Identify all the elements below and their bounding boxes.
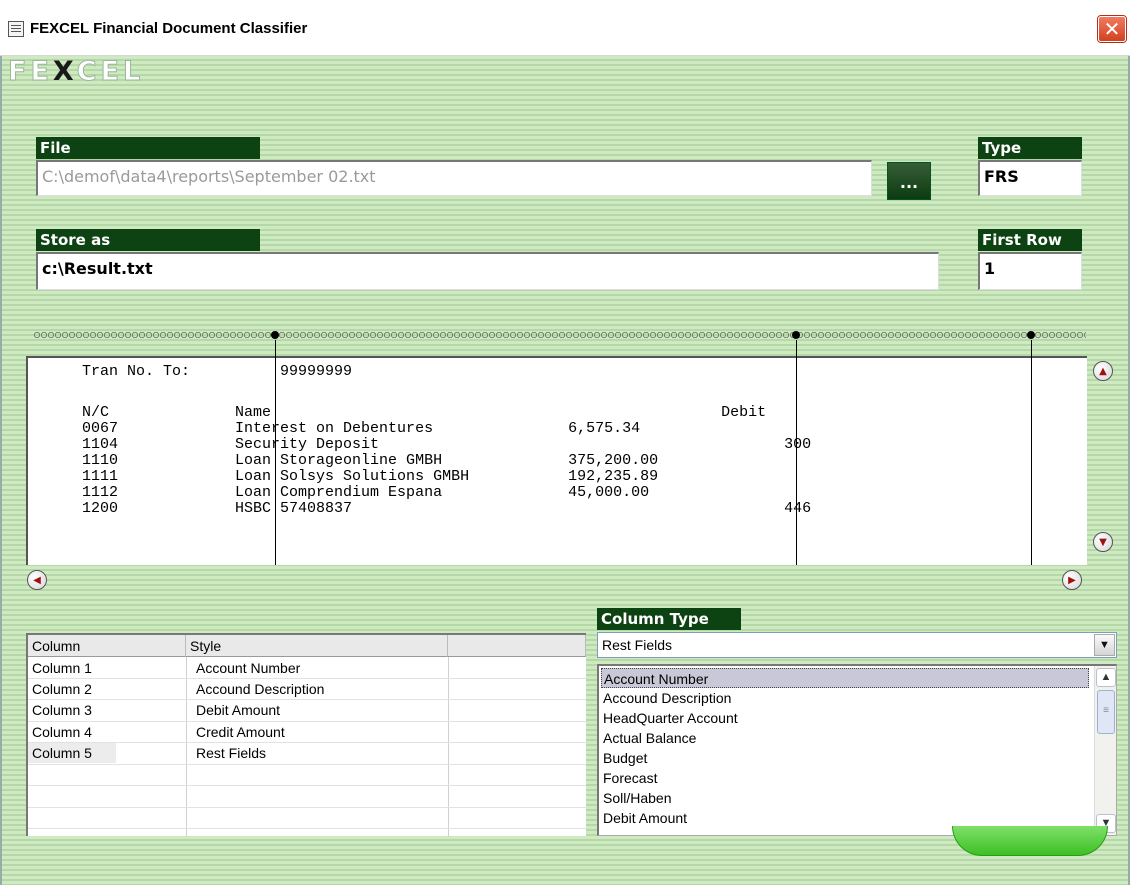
column-type-option[interactable]: Actual Balance	[601, 728, 1089, 748]
column-style-grid: Column Style Column 1 Account Number Col…	[26, 633, 586, 837]
column-type-list[interactable]: Account Number Accound Description HeadQ…	[597, 664, 1117, 836]
document-preview: Tran No. To: 99999999 N/C Name Debit 006…	[26, 356, 1087, 565]
column-type-select[interactable]: Rest Fields ▼	[597, 632, 1117, 658]
list-scrollbar[interactable]: ▲ ≡ ▼	[1094, 666, 1116, 835]
store-as-label: Store as	[36, 229, 260, 251]
grid-header-extra[interactable]	[448, 635, 586, 657]
column-type-option[interactable]: Debit Amount	[601, 808, 1089, 828]
column-separator-marker[interactable]	[271, 331, 279, 339]
grid-row-line	[28, 699, 586, 700]
column-type-option[interactable]: Budget	[601, 748, 1089, 768]
grid-cell-style[interactable]: Accound Description	[192, 679, 324, 699]
fexcel-logo: FEXCEL	[7, 56, 145, 87]
column-separator-marker[interactable]	[1027, 331, 1035, 339]
app-icon	[8, 21, 24, 37]
column-divider[interactable]	[275, 340, 276, 565]
type-field[interactable]: FRS	[978, 160, 1082, 196]
scroll-left-button[interactable]: ◀	[27, 570, 47, 590]
file-label: File	[36, 137, 260, 159]
preview-line: 1112 Loan Comprendium Espana 45,000.00	[28, 484, 650, 501]
scroll-up-button[interactable]: ▲	[1093, 361, 1113, 381]
grid-cell-style[interactable]: Debit Amount	[192, 700, 280, 720]
column-separator-marker[interactable]	[792, 331, 800, 339]
grid-header-style[interactable]: Style	[186, 635, 448, 657]
column-ruler[interactable]	[34, 330, 1086, 340]
dropdown-arrow-icon[interactable]: ▼	[1094, 634, 1115, 656]
first-row-label: First Row	[978, 229, 1082, 251]
grid-cell-style[interactable]: Credit Amount	[192, 722, 285, 742]
column-type-option[interactable]: Account Number	[601, 668, 1089, 688]
grid-row-line	[28, 828, 586, 829]
grid-cell-column[interactable]: Column 3	[28, 700, 92, 720]
grid-cell-column[interactable]: Column 4	[28, 722, 92, 742]
preview-line: 0067 Interest on Debentures 6,575.34	[28, 420, 641, 437]
grid-row-line	[28, 785, 586, 786]
grid-cell-column[interactable]: Column 1	[28, 658, 92, 678]
preview-line: N/C Name Debit	[28, 404, 767, 421]
window-title: FEXCEL Financial Document Classifier	[30, 20, 308, 37]
scroll-thumb[interactable]: ≡	[1097, 690, 1115, 734]
grid-row-line	[28, 721, 586, 722]
grid-header-column[interactable]: Column	[28, 635, 186, 657]
grid-row-line	[28, 807, 586, 808]
first-row-field[interactable]: 1	[978, 252, 1082, 290]
preview-line: Tran No. To: 99999999	[28, 363, 353, 380]
column-type-selected-value: Rest Fields	[602, 637, 673, 653]
grid-cell-style[interactable]: Account Number	[192, 658, 300, 678]
type-label: Type	[978, 137, 1082, 159]
store-as-field[interactable]: c:\Result.txt	[36, 252, 939, 290]
scroll-right-button[interactable]: ▶	[1062, 570, 1082, 590]
grid-row-line	[28, 764, 586, 765]
column-type-option[interactable]: HeadQuarter Account	[601, 708, 1089, 728]
action-button[interactable]	[952, 826, 1108, 856]
grid-column-line	[186, 657, 187, 837]
grid-cell-column[interactable]: Column 2	[28, 679, 92, 699]
column-type-label: Column Type	[597, 608, 741, 630]
preview-line: 1104 Security Deposit 300	[28, 436, 812, 453]
preview-line: 1110 Loan Storageonline GMBH 375,200.00	[28, 452, 659, 469]
scroll-down-button[interactable]: ▼	[1093, 532, 1113, 552]
title-bar: FEXCEL Financial Document Classifier ✕	[0, 0, 1130, 56]
column-type-option[interactable]: Accound Description	[601, 688, 1089, 708]
preview-line: 1200 HSBC 57408837 446	[28, 500, 812, 517]
grid-cell-style[interactable]: Rest Fields	[192, 743, 266, 763]
close-button[interactable]: ✕	[1098, 16, 1126, 42]
preview-line: 1111 Loan Solsys Solutions GMBH 192,235.…	[28, 468, 659, 485]
file-path-field[interactable]: C:\demof\data4\reports\September 02.txt	[36, 160, 872, 196]
scroll-up-icon[interactable]: ▲	[1096, 668, 1116, 687]
browse-button[interactable]: ...	[887, 162, 931, 200]
column-divider[interactable]	[796, 340, 797, 565]
grid-column-line	[448, 657, 449, 837]
grid-cell-column-selected[interactable]: Column 5	[28, 743, 116, 763]
column-type-option[interactable]: Forecast	[601, 768, 1089, 788]
column-divider[interactable]	[1031, 340, 1032, 565]
column-type-option[interactable]: Soll/Haben	[601, 788, 1089, 808]
